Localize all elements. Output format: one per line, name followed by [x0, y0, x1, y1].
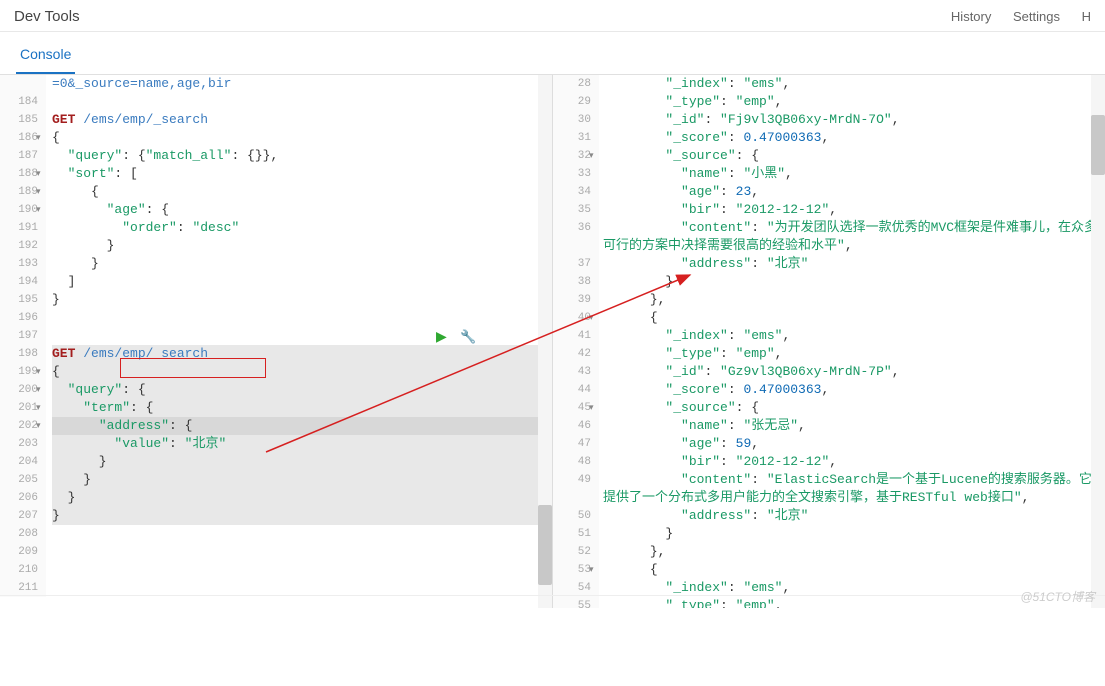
header: Dev Tools History Settings H	[0, 0, 1105, 32]
response-viewer[interactable]: 2829303132▾3334353637383940▾4142434445▾4…	[553, 75, 1105, 608]
tabs: Console	[0, 32, 1105, 75]
scrollbar-left[interactable]	[538, 75, 552, 608]
scrollbar-thumb-right[interactable]	[1091, 115, 1105, 175]
main: 184185186▾187188▾189▾190▾191192193194195…	[0, 75, 1105, 608]
header-links: History Settings H	[933, 9, 1091, 24]
response-pane: 2829303132▾3334353637383940▾4142434445▾4…	[553, 75, 1105, 608]
request-pane: 184185186▾187188▾189▾190▾191192193194195…	[0, 75, 553, 608]
scrollbar-right[interactable]	[1091, 75, 1105, 608]
footer-strip	[0, 595, 1105, 611]
scrollbar-thumb-left[interactable]	[538, 505, 552, 585]
settings-link[interactable]: Settings	[1013, 9, 1060, 24]
wrench-icon[interactable]: 🔧	[460, 329, 476, 347]
history-link[interactable]: History	[951, 9, 991, 24]
watermark: @51CTO博客	[1020, 588, 1095, 605]
gutter-left: 184185186▾187188▾189▾190▾191192193194195…	[0, 75, 46, 597]
response-code: "_index": "ems", "_type": "emp", "_id": …	[599, 75, 1105, 608]
tab-console[interactable]: Console	[16, 38, 75, 74]
help-link-fragment[interactable]: H	[1082, 9, 1091, 24]
gutter-right: 2829303132▾3334353637383940▾4142434445▾4…	[553, 75, 599, 608]
request-editor[interactable]: 184185186▾187188▾189▾190▾191192193194195…	[0, 75, 552, 608]
run-query-icon[interactable]: ▶	[436, 329, 447, 347]
app-title: Dev Tools	[14, 8, 933, 25]
